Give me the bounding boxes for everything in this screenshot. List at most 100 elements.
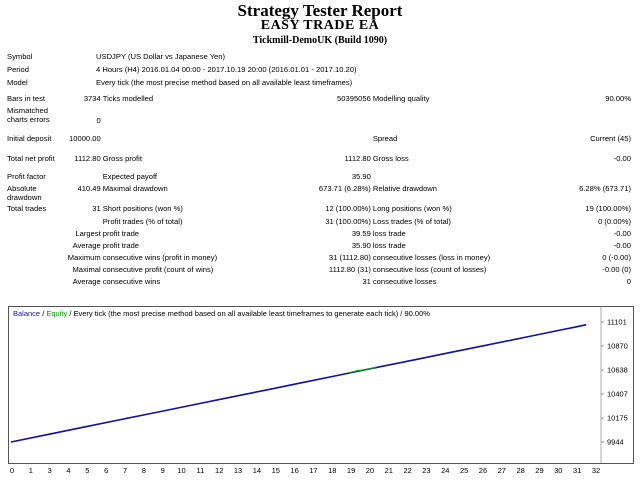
x-tick-label: 18 xyxy=(328,466,336,475)
long-value: 19 (100.00%) xyxy=(585,204,631,213)
server-build: Tickmill-DemoUK (Build 1090) xyxy=(252,35,388,46)
trades-label: Total trades xyxy=(7,204,47,213)
largest-loss-value: -0.00 xyxy=(613,229,631,238)
series-balance-line xyxy=(10,323,587,443)
grossloss-label: Gross loss xyxy=(372,154,409,163)
x-tick-label: 22 xyxy=(403,466,411,475)
cons-losses-money-value: 0 (-0.00) xyxy=(602,253,631,262)
cons-profit-count-label: consecutive profit (count of wins) xyxy=(102,265,214,274)
x-tick-label: 30 xyxy=(554,466,562,475)
expected-value: 35.90 xyxy=(351,172,371,181)
x-tick-label: 12 xyxy=(215,466,223,475)
x-tick-label: 11 xyxy=(196,466,204,475)
x-tick-label: 27 xyxy=(498,466,506,475)
average-profit-value: 35.90 xyxy=(351,241,371,250)
cons-wins-money-label: consecutive wins (profit in money) xyxy=(102,253,218,262)
short-value: 12 (100.00%) xyxy=(325,204,371,213)
average-loss-label: loss trade xyxy=(372,241,406,250)
model-value: Every tick (the most precise method base… xyxy=(96,78,353,87)
maximal-label: Maximal xyxy=(72,265,101,274)
avg-cons-label: Average xyxy=(72,277,101,286)
x-tick-label: 3 xyxy=(48,466,52,475)
absdd-value: 410.49 xyxy=(77,184,101,193)
symbol-label: Symbol xyxy=(7,52,33,61)
ea-name: EASY TRADE EA xyxy=(260,18,380,33)
maxdd-value: 673.71 (6.28%) xyxy=(318,184,371,193)
x-tick-label: 19 xyxy=(347,466,355,475)
cons-loss-count-label: consecutive loss (count of losses) xyxy=(372,265,487,274)
deposit-label: Initial deposit xyxy=(7,134,52,143)
x-tick-label: 6 xyxy=(104,466,108,475)
x-tick-label: 31 xyxy=(573,466,581,475)
x-tick-label: 15 xyxy=(272,466,280,475)
x-tick-label: 26 xyxy=(479,466,487,475)
symbol-value: USDJPY (US Dollar vs Japanese Yen) xyxy=(96,52,226,61)
pf-label: Profit factor xyxy=(7,172,46,181)
x-tick-label: 4 xyxy=(66,466,70,475)
ltrades-value: 0 (0.00%) xyxy=(598,217,631,226)
x-tick-label: 16 xyxy=(290,466,298,475)
x-tick-label: 23 xyxy=(422,466,430,475)
ptrades-value: 31 (100.00%) xyxy=(325,217,371,226)
average-loss-value: -0.00 xyxy=(613,241,631,250)
model-label: Model xyxy=(7,78,28,87)
cons-losses-money-label: consecutive losses (loss in money) xyxy=(372,253,491,262)
x-tick-label: 7 xyxy=(123,466,127,475)
grossloss-value: -0.00 xyxy=(613,154,631,163)
x-tick-label: 13 xyxy=(234,466,242,475)
netprofit-value: 1112.80 xyxy=(74,154,101,163)
trades-value: 31 xyxy=(92,204,101,213)
ticks-value: 50395056 xyxy=(337,94,371,103)
short-label: Short positions (won %) xyxy=(102,204,183,213)
long-label: Long positions (won %) xyxy=(372,204,452,213)
x-tick-label: 8 xyxy=(142,466,146,475)
chart-plot: 11101 10870 10638 10407 10175 9944 xyxy=(10,307,628,463)
ptrades-label: Profit trades (% of total) xyxy=(102,217,183,226)
bars-value: 3734 xyxy=(83,94,101,103)
y-tick-label: 10407 xyxy=(607,389,628,398)
cons-wins-money-value: 31 (1112.80) xyxy=(328,253,371,262)
mismatched-value: 0 xyxy=(96,115,101,125)
mismatched-label: Mismatched charts errors xyxy=(7,106,50,124)
spread-value: Current (45) xyxy=(590,134,631,143)
x-tick-label: 1 xyxy=(29,466,33,475)
x-axis-svg: 0 1 3 4 5 6 7 8 9 10 11 12 13 14 15 16 17 18 19 20 21 22 23 24 2… xyxy=(10,466,600,475)
x-tick-label: 10 xyxy=(177,466,185,475)
absdd-label: Absolute drawdown xyxy=(7,184,42,202)
largest-profit-label: profit trade xyxy=(102,229,140,238)
ticks-label: Ticks modelled xyxy=(102,94,154,103)
ltrades-label: Loss trades (% of total) xyxy=(372,217,451,226)
reldd-label: Relative drawdown xyxy=(372,184,438,193)
cons-losses-label: consecutive losses xyxy=(372,277,437,286)
x-tick-label: 29 xyxy=(535,466,543,475)
cons-profit-count-value: 1112.80 (31) xyxy=(328,265,371,274)
average-label: Average xyxy=(72,241,101,250)
x-tick-label: 24 xyxy=(441,466,449,475)
x-tick-label: 17 xyxy=(309,466,317,475)
quality-value: 90.00% xyxy=(605,94,631,103)
y-tick-label: 11101 xyxy=(607,318,627,327)
x-axis: 0 1 3 4 5 6 7 8 9 10 11 12 13 14 15 16 17 18 19 20 21 22 23 24 2… xyxy=(8,463,632,475)
netprofit-label: Total net profit xyxy=(7,154,55,163)
y-tick-label: 10638 xyxy=(607,366,628,375)
period-label: Period xyxy=(7,65,29,74)
x-tick-label: 21 xyxy=(385,466,393,475)
largest-label: Largest xyxy=(75,229,101,238)
bars-label: Bars in test xyxy=(7,94,45,103)
cons-wins-label: consecutive wins xyxy=(102,277,161,286)
largest-loss-label: loss trade xyxy=(372,229,406,238)
x-tick-label: 9 xyxy=(161,466,165,475)
grossprofit-label: Gross profit xyxy=(102,154,142,163)
maxdd-label: Maximal drawdown xyxy=(102,184,168,193)
deposit-value: 10000.00 xyxy=(69,134,101,143)
cons-losses-value: 0 xyxy=(626,277,631,286)
spread-label: Spread xyxy=(372,134,398,143)
y-tick-label: 10870 xyxy=(607,341,628,350)
quality-label: Modelling quality xyxy=(372,94,430,103)
x-tick-label: 32 xyxy=(592,466,600,475)
x-tick-label: 28 xyxy=(516,466,524,475)
expected-label: Expected payoff xyxy=(102,172,158,181)
x-tick-label: 0 xyxy=(10,466,14,475)
report-table: Symbol USDJPY (US Dollar vs Japanese Yen… xyxy=(6,52,632,289)
maximum-label: Maximum xyxy=(67,253,101,262)
